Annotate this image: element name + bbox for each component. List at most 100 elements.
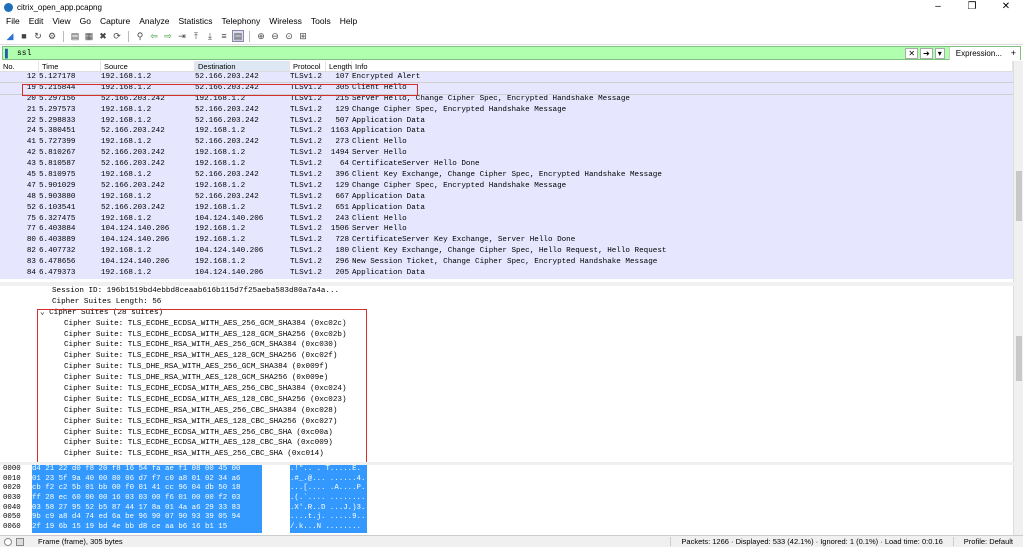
jump-icon[interactable]: ⇥ <box>176 30 188 42</box>
bytes-hex[interactable]: ff 28 ec 60 00 00 16 03 03 00 f6 01 00 0… <box>32 494 262 504</box>
zoom-in-icon[interactable]: ⊕ <box>255 30 267 42</box>
forward-icon[interactable]: ⇨ <box>162 30 174 42</box>
menu-telephony[interactable]: Telephony <box>219 16 267 26</box>
bytes-offset[interactable]: 0060 <box>0 523 30 533</box>
bytes-ascii[interactable]: /.k...N ........ <box>290 523 367 533</box>
menu-tools[interactable]: Tools <box>308 16 337 26</box>
reload-icon[interactable]: ⟳ <box>111 30 123 42</box>
details-scrollbar[interactable] <box>1013 286 1023 462</box>
menu-file[interactable]: File <box>3 16 26 26</box>
packet-cell-time: 6.478656 <box>39 258 76 267</box>
menu-analyze[interactable]: Analyze <box>136 16 175 26</box>
bytes-offset[interactable]: 0040 <box>0 504 30 514</box>
close-button[interactable]: ✕ <box>989 0 1023 14</box>
recent-filters-icon[interactable]: ▾ <box>934 47 945 59</box>
packet-row[interactable]: 41 5.727399 192.168.1.2 52.166.203.242 TLSv1… <box>0 137 1013 149</box>
packet-row[interactable]: 84 6.479373 192.168.1.2 104.124.140.206 TLSv… <box>0 268 1013 279</box>
expert-info-icon[interactable] <box>4 537 12 546</box>
column-time[interactable]: Time <box>39 61 101 71</box>
zoom-reset-icon[interactable]: ⊙ <box>283 30 295 42</box>
resize-columns-icon[interactable]: ⊞ <box>297 30 309 42</box>
packet-row[interactable]: 43 5.810587 52.166.203.242 192.168.1.2 TLSv1… <box>0 159 1013 171</box>
back-icon[interactable]: ⇦ <box>148 30 160 42</box>
zoom-out-icon[interactable]: ⊖ <box>269 30 281 42</box>
column-length[interactable]: Length <box>326 61 352 71</box>
colorize-icon[interactable]: ▤ <box>232 30 244 42</box>
detail-line[interactable]: Cipher Suites Length: 56 <box>0 297 1013 308</box>
bytes-offset[interactable]: 0020 <box>0 484 30 494</box>
scrollbar-thumb[interactable] <box>1016 336 1022 381</box>
detail-line[interactable]: Session ID: 196b1519bd4ebbd8ceaab616b115… <box>0 286 1013 297</box>
menu-statistics[interactable]: Statistics <box>175 16 218 26</box>
bytes-offset[interactable]: 0050 <box>0 513 30 523</box>
bytes-hex[interactable]: cb f2 c2 5b 01 bb 00 f0 01 41 cc 96 04 d… <box>32 484 262 495</box>
packet-list-scrollbar[interactable] <box>1013 61 1023 282</box>
apply-filter-icon[interactable]: ➜ <box>920 47 933 59</box>
display-filter-input[interactable] <box>13 48 906 58</box>
bytes-ascii[interactable]: .!".. . T.....E. <box>290 465 367 475</box>
packet-cell-src: 52.166.203.242 <box>101 160 165 169</box>
bytes-hex[interactable]: 9b c9 a8 d4 74 ed 6a be 96 90 07 90 93 3… <box>32 513 262 524</box>
bookmark-icon[interactable]: ▌ <box>3 49 13 58</box>
packet-row[interactable]: 12 5.127178 192.168.1.2 52.166.203.242 TLSv1… <box>0 72 1013 83</box>
find-icon[interactable]: ⚲ <box>134 30 146 42</box>
close-file-icon[interactable]: ✖ <box>97 30 109 42</box>
add-filter-button[interactable]: + <box>1011 48 1016 58</box>
menu-edit[interactable]: Edit <box>26 16 50 26</box>
packet-row[interactable]: 75 6.327475 192.168.1.2 104.124.140.206 TLSv… <box>0 213 1013 225</box>
first-icon[interactable]: ⤒ <box>190 30 202 42</box>
menu-go[interactable]: Go <box>77 16 97 26</box>
minimize-button[interactable]: – <box>921 0 955 14</box>
bytes-hex[interactable]: 03 58 27 95 52 b5 87 44 17 8a 01 4a a6 2… <box>32 503 262 514</box>
packet-row[interactable]: 21 5.297573 192.168.1.2 52.166.203.242 TLSv1… <box>0 104 1013 116</box>
restart-icon[interactable]: ↻ <box>32 30 44 42</box>
column-source[interactable]: Source <box>101 61 195 71</box>
maximize-button[interactable]: ❐ <box>955 0 989 14</box>
menu-view[interactable]: View <box>49 16 76 26</box>
clear-filter-icon[interactable]: ✕ <box>905 47 919 59</box>
expression-button[interactable]: Expression... <box>948 46 1020 60</box>
bytes-ascii[interactable]: .#_.@... ......4. <box>290 474 367 485</box>
bytes-offset[interactable]: 0030 <box>0 494 30 504</box>
packet-row[interactable]: 24 5.380451 52.166.203.242 192.168.1.2 TLSv1… <box>0 126 1013 138</box>
packet-row[interactable]: 47 5.901029 52.166.203.242 192.168.1.2 TLSv1… <box>0 180 1013 192</box>
packet-row[interactable]: 22 5.298833 192.168.1.2 52.166.203.242 TLSv1… <box>0 115 1013 127</box>
bytes-ascii[interactable]: ...[.... .A....P. <box>290 484 367 495</box>
last-icon[interactable]: ⤓ <box>204 30 216 42</box>
comments-icon[interactable] <box>16 537 24 546</box>
menu-wireless[interactable]: Wireless <box>266 16 308 26</box>
column-protocol[interactable]: Protocol <box>290 61 326 71</box>
bytes-hex[interactable]: 01 23 5f 9a 40 00 80 06 d7 f7 c0 a8 01 0… <box>32 474 262 485</box>
packet-row[interactable]: 82 6.407732 192.168.1.2 104.124.140.206 TLSv… <box>0 246 1013 258</box>
packet-row[interactable]: 52 6.103541 52.166.203.242 192.168.1.2 TLSv1… <box>0 202 1013 214</box>
bytes-hex[interactable]: d4 21 22 d0 f8 20 f8 16 54 fa ae f1 08 0… <box>32 465 262 475</box>
packet-row[interactable]: 80 6.403889 104.124.140.206 192.168.1.2 TLSv… <box>0 235 1013 247</box>
packet-row[interactable]: 77 6.403884 104.124.140.206 192.168.1.2 TLSv… <box>0 224 1013 236</box>
bytes-ascii[interactable]: .(.`.... ........ <box>290 494 367 504</box>
scrollbar-thumb[interactable] <box>1016 171 1022 221</box>
packet-row[interactable]: 48 5.903880 192.168.1.2 52.166.203.242 TLSv1… <box>0 191 1013 203</box>
column-info[interactable]: Info <box>352 61 1013 71</box>
bytes-hex[interactable]: 2f 19 6b 15 19 bd 4e bb d8 ce aa b6 16 b… <box>32 523 262 533</box>
open-icon[interactable]: ▤ <box>69 30 81 42</box>
bytes-scrollbar[interactable] <box>1013 465 1023 535</box>
column-destination[interactable]: Destination <box>195 61 290 71</box>
save-icon[interactable]: ▦ <box>83 30 95 42</box>
shark-fin-start-icon[interactable]: ◢ <box>4 30 16 42</box>
menu-capture[interactable]: Capture <box>97 16 136 26</box>
bytes-offset[interactable]: 0010 <box>0 475 30 485</box>
autoscroll-icon[interactable]: ≡ <box>218 30 230 42</box>
options-icon[interactable]: ⚙ <box>46 30 58 42</box>
column-no[interactable]: No. <box>0 61 39 71</box>
stop-icon[interactable]: ■ <box>18 30 30 42</box>
menu-help[interactable]: Help <box>337 16 363 26</box>
bytes-ascii[interactable]: .X'.R..D ...J.)3. <box>290 503 367 514</box>
toolbar-separator <box>128 30 129 42</box>
packet-row[interactable]: 45 5.810975 192.168.1.2 52.166.203.242 TLSv1… <box>0 170 1013 181</box>
packet-row[interactable]: 83 6.478656 104.124.140.206 192.168.1.2 TLSv… <box>0 257 1013 269</box>
packet-row[interactable]: 42 5.810267 52.166.203.242 192.168.1.2 TLSv1… <box>0 148 1013 160</box>
bytes-offset[interactable]: 0000 <box>0 465 30 475</box>
packet-cell-len: 1494 <box>330 149 349 158</box>
status-profile[interactable]: Profile: Default <box>952 537 1023 546</box>
bytes-ascii[interactable]: ....t.j. .....9.. <box>290 513 367 524</box>
